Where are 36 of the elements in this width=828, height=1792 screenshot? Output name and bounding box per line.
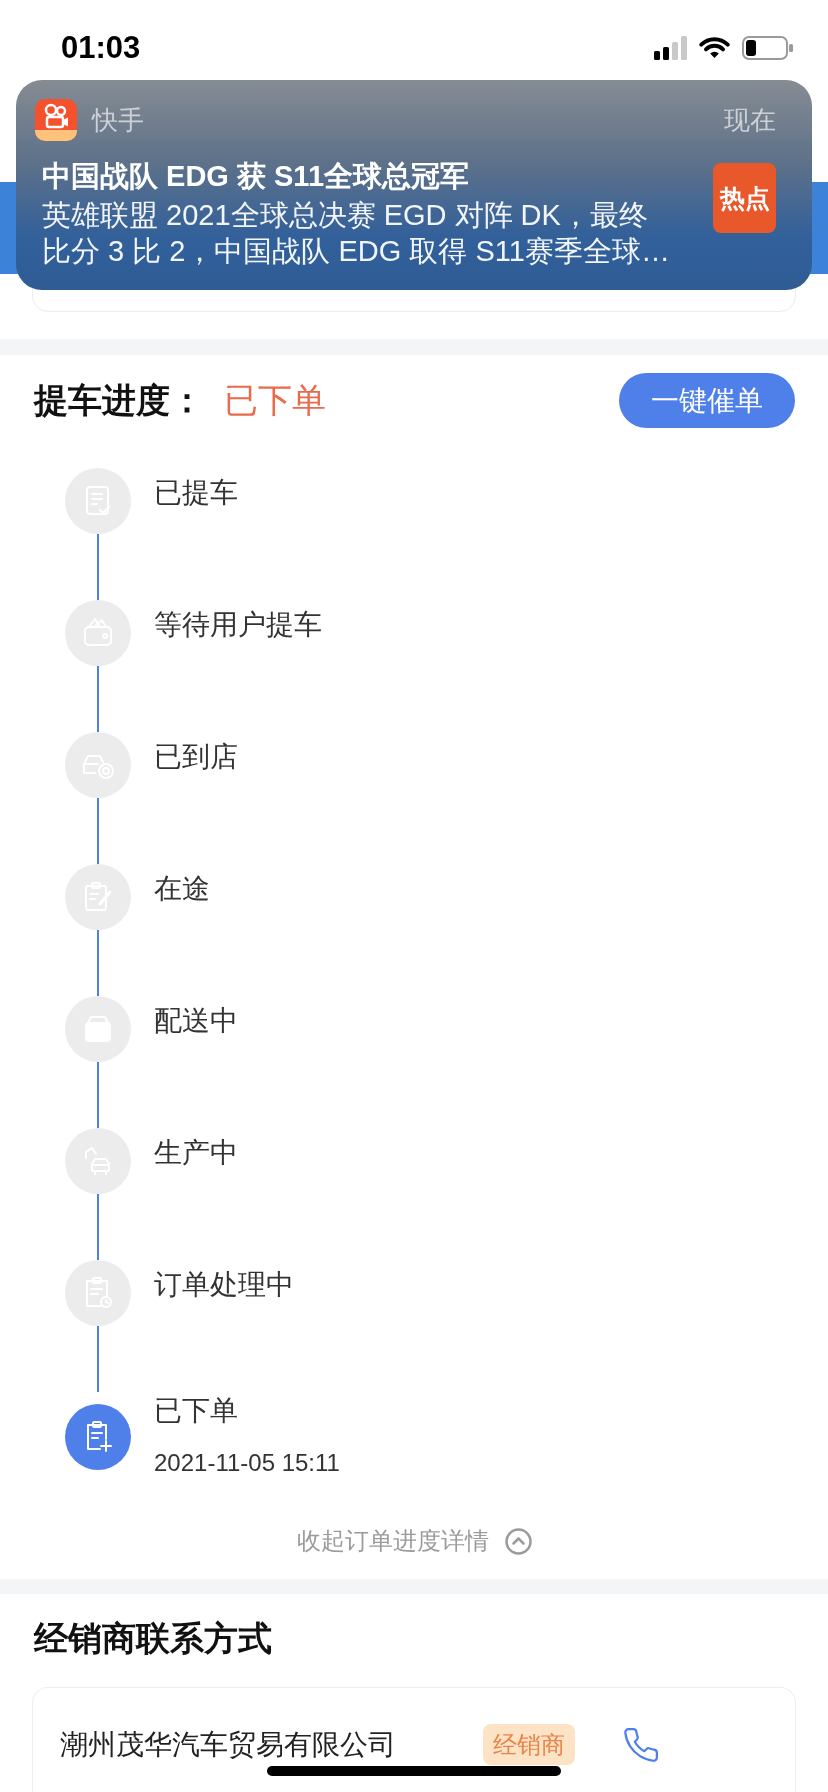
progress-title: 提车进度： [34,379,204,421]
signal-icon [654,36,687,60]
step-label: 已到店 [154,740,238,774]
timeline-connector [97,1326,99,1392]
timeline-connector [97,1194,99,1260]
step-label: 等待用户提车 [154,608,322,642]
step-label: 已下单 [154,1394,238,1428]
dealer-name: 潮州茂华汽车贸易有限公司 [60,1727,396,1762]
timeline-connector [97,534,99,600]
step-date: 2021-11-05 15:11 [154,1448,340,1478]
battery-icon [742,36,793,60]
timeline-connector [97,1062,99,1128]
timeline-connector [97,666,99,732]
app-icon [35,99,77,141]
notification-banner[interactable]: 快手 现在 中国战队 EDG 获 S11全球总冠军 英雄联盟 2021全球总决赛 EGD 对阵 DK，最终 比分 3 比 2，中国战队 EDG 取得 S11赛季全球… 热点 [16,80,812,290]
collapse-details-link[interactable]: 收起订单进度详情 [297,1523,532,1559]
step-label: 在途 [154,872,210,906]
urge-order-button[interactable]: 一键催单 [619,373,795,428]
wifi-icon [699,37,730,59]
step-label: 生产中 [154,1136,238,1170]
step-label: 订单处理中 [154,1268,294,1302]
notification-title: 中国战队 EDG 获 S11全球总冠军 [42,159,469,194]
notification-time: 现在 [724,103,776,137]
hot-tag: 热点 [713,163,776,233]
chevron-up-circle-icon [505,1527,532,1555]
timeline-connector [97,798,99,864]
role-tag: 经销商 [483,1724,575,1765]
step-label: 配送中 [154,1004,238,1038]
section-title: 经销商联系方式 [34,1618,272,1658]
timeline-connector [97,930,99,996]
status-time: 01:03 [61,29,141,67]
progress-status: 已下单 [224,379,326,421]
phone-icon[interactable] [624,1727,658,1762]
step-label: 已提车 [154,476,238,510]
app-name: 快手 [92,103,144,137]
notification-body: 英雄联盟 2021全球总决赛 EGD 对阵 DK，最终 比分 3 比 2，中国战队 EDG 取得 S11赛季全球… [42,198,670,269]
